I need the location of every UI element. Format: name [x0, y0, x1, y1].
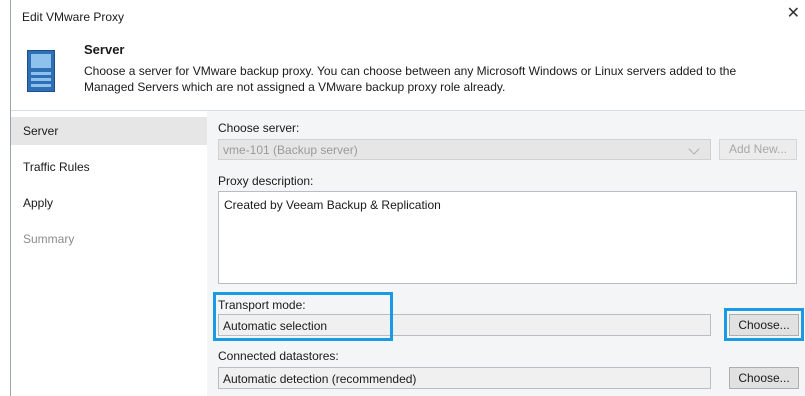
step-server[interactable]: Server [11, 117, 207, 145]
choose-server-select: vme-101 (Backup server) [218, 139, 711, 160]
proxy-description-value: Created by Veeam Backup & Replication [224, 198, 441, 212]
proxy-description-textarea[interactable]: Created by Veeam Backup & Replication [218, 191, 797, 284]
transport-mode-highlight [213, 292, 393, 341]
connected-datastores-label: Connected datastores: [218, 349, 339, 363]
connected-datastores-value: Automatic detection (recommended) [223, 372, 417, 386]
connected-datastores-field: Automatic detection (recommended) [218, 367, 711, 389]
page-title: Server [84, 42, 125, 57]
choose-server-value: vme-101 (Backup server) [223, 143, 358, 157]
wizard-header: Server Choose a server for VMware backup… [11, 32, 805, 110]
step-content: Choose server: vme-101 (Backup server) A… [207, 111, 805, 396]
close-icon[interactable]: ✕ [787, 3, 800, 23]
server-icon [27, 50, 55, 92]
step-traffic-rules[interactable]: Traffic Rules [11, 153, 207, 181]
connected-datastores-choose-button[interactable]: Choose... [729, 367, 799, 389]
proxy-description-label: Proxy description: [218, 174, 314, 188]
choose-button-highlight [724, 308, 804, 341]
title-bar: Edit VMware Proxy ✕ [11, 0, 805, 32]
wizard-steps: Server Traffic Rules Apply Summary [11, 111, 207, 396]
add-new-button: Add New... [719, 139, 797, 160]
window-title: Edit VMware Proxy [22, 10, 125, 24]
edit-vmware-proxy-window: Edit VMware Proxy ✕ Server Choose a serv… [10, 0, 805, 396]
step-summary: Summary [23, 232, 75, 246]
page-description: Choose a server for VMware backup proxy.… [84, 64, 737, 94]
chevron-down-icon [688, 143, 700, 155]
step-apply[interactable]: Apply [11, 189, 207, 217]
choose-server-label: Choose server: [218, 121, 300, 135]
